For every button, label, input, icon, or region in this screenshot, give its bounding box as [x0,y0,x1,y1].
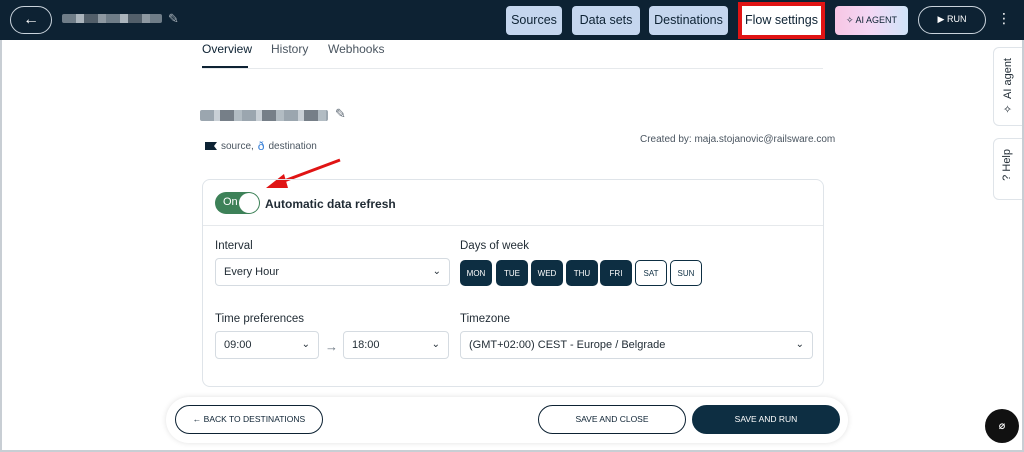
time-from-select[interactable]: 09:00 ⌄ [215,331,319,359]
toggle-knob [239,193,259,213]
interval-select[interactable]: Every Hour ⌄ [215,258,450,286]
save-and-run-button[interactable]: SAVE AND RUN [692,405,840,434]
interval-label: Interval [215,240,253,252]
auto-refresh-toggle[interactable]: On [215,192,260,214]
nav-flow-settings-button[interactable]: Flow settings [738,2,825,39]
toggle-state-label: On [223,196,238,208]
timezone-label: Timezone [460,313,511,325]
chevron-down-icon: ⌄ [431,339,440,350]
side-tab-help-label: ? Help [1001,149,1013,181]
time-to-value: 18:00 [352,339,380,351]
auto-refresh-card: On Automatic data refresh Interval Every… [202,179,824,387]
day-thu-button[interactable]: THU [566,260,598,286]
days-of-week-label: Days of week [460,240,530,252]
time-from-value: 09:00 [224,339,252,351]
bottom-action-bar: ← BACK TO DESTINATIONS SAVE AND CLOSE SA… [166,397,848,443]
flow-legend: source, ð destination [205,139,317,153]
nav-destinations-button[interactable]: Destinations [649,6,728,35]
chevron-down-icon: ⌄ [795,339,804,350]
arrow-left-icon: ← [192,414,202,424]
card-title: Automatic data refresh [265,197,396,211]
tab-history[interactable]: History [271,42,308,56]
tab-overview[interactable]: Overview [202,42,252,56]
active-tab-underline [202,66,248,68]
side-tab-help[interactable]: ? Help [993,138,1023,200]
flow-settings-label: Flow settings [745,13,818,27]
ai-agent-label: AI AGENT [855,15,898,25]
run-label: RUN [946,14,967,24]
help-circle-icon: ? [1001,174,1013,181]
card-header: On Automatic data refresh [203,180,823,226]
nav-data-sets-button[interactable]: Data sets [572,6,640,35]
day-sat-button[interactable]: SAT [635,260,667,286]
nav-sources-button[interactable]: Sources [506,6,562,35]
tab-webhooks[interactable]: Webhooks [328,42,384,56]
save-and-close-button[interactable]: SAVE AND CLOSE [538,405,686,434]
chevron-down-icon: ⌄ [301,339,310,350]
kebab-icon[interactable]: ⋮ [997,10,1011,27]
ai-agent-button[interactable]: ✧ AI AGENT [835,6,908,35]
day-sun-button[interactable]: SUN [670,260,702,286]
sparkle-icon: ✧ [1002,102,1014,116]
day-wed-button[interactable]: WED [531,260,563,286]
edit-title-pencil-icon[interactable]: ✎ [335,106,346,122]
time-preferences-label: Time preferences [215,313,305,325]
time-to-select[interactable]: 18:00 ⌄ [343,331,449,359]
day-fri-button[interactable]: FRI [600,260,632,286]
destination-icon: ð [257,139,265,153]
side-tab-ai-agent-label: ✧ AI agent [1002,58,1014,116]
run-button[interactable]: ▶ RUN [918,6,986,34]
created-by-text: Created by: maja.stojanovic@railsware.co… [640,134,836,145]
arrow-right-icon: → [325,339,338,354]
tab-bar: Overview History Webhooks [202,42,823,69]
chat-widget-button[interactable]: ⌀ [985,409,1019,443]
legend-destination: destination [268,140,317,152]
back-to-destinations-label: BACK TO DESTINATIONS [203,414,306,424]
play-icon: ▶ [937,14,945,24]
day-tue-button[interactable]: TUE [496,260,528,286]
back-button[interactable]: ← [10,6,52,34]
interval-value: Every Hour [224,266,280,278]
arrow-left-icon: ← [23,11,39,28]
pencil-icon[interactable]: ✎ [168,11,179,27]
back-to-destinations-button[interactable]: ← BACK TO DESTINATIONS [175,405,323,434]
source-flag-icon [205,142,217,150]
side-tab-ai-agent[interactable]: ✧ AI agent [993,47,1023,126]
chevron-down-icon: ⌄ [432,266,441,277]
flow-name-redacted [62,14,162,23]
flow-title-redacted [200,110,328,121]
sparkle-icon: ✧ [845,15,854,25]
timezone-value: (GMT+02:00) CEST - Europe / Belgrade [469,339,666,351]
top-navbar: ← ✎ Sources Data sets Destinations Flow … [0,0,1024,40]
timezone-select[interactable]: (GMT+02:00) CEST - Europe / Belgrade ⌄ [460,331,813,359]
day-mon-button[interactable]: MON [460,260,492,286]
legend-source: source, [221,140,254,152]
